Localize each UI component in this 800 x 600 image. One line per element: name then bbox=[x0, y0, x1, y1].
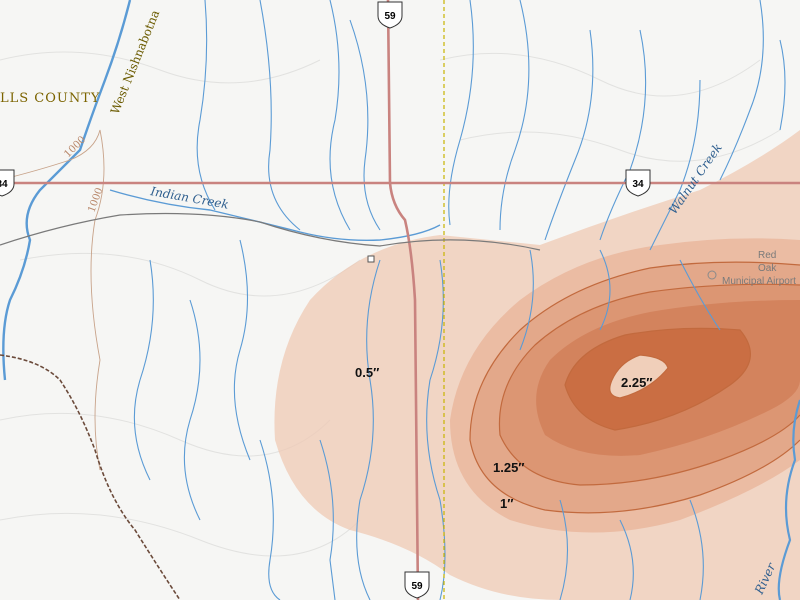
contour-label-1000-b: 1000 bbox=[86, 186, 105, 214]
us34-shield-left-label: 34 bbox=[0, 179, 8, 190]
isohyet-label-0-5: 0.5″ bbox=[355, 365, 379, 380]
elevation-contour-1000 bbox=[0, 129, 105, 471]
us34-shield-left: 34 bbox=[0, 169, 15, 197]
isohyet-label-1-25: 1.25″ bbox=[493, 460, 525, 475]
rainfall-map[interactable]: LLS COUNTY West Nishnabotna Indian Creek… bbox=[0, 0, 800, 600]
isohyet-label-1: 1″ bbox=[500, 496, 513, 511]
airport-label-line3: Municipal Airport bbox=[722, 276, 796, 287]
airport-label-line2: Oak bbox=[758, 263, 777, 274]
county-label: LLS COUNTY bbox=[0, 91, 101, 106]
us59-shield-top: 59 bbox=[377, 1, 403, 29]
landmark-square bbox=[367, 255, 375, 263]
isohyet-label-2-25: 2.25″ bbox=[621, 375, 653, 390]
us34-shield-right: 34 bbox=[625, 169, 651, 197]
us34-shield-right-label: 34 bbox=[632, 179, 644, 190]
us59-shield-bottom-label: 59 bbox=[411, 581, 423, 592]
airport-label-line1: Red bbox=[758, 250, 776, 261]
us59-shield-top-label: 59 bbox=[384, 11, 396, 22]
us59-shield-bottom: 59 bbox=[404, 571, 430, 599]
isohyet-polygons bbox=[274, 130, 800, 600]
west-nishnabotna-label: West Nishnabotna bbox=[108, 8, 163, 116]
